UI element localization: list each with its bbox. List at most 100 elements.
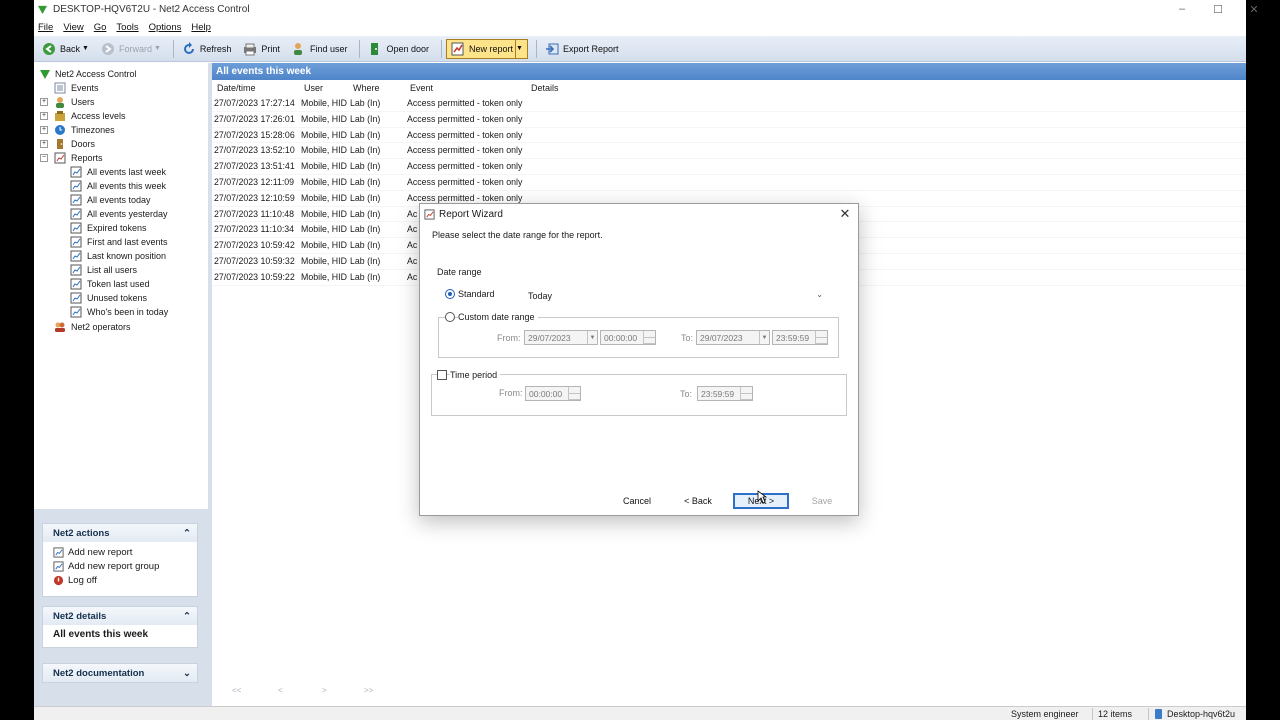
tree-item-doors[interactable]: + Doors: [40, 137, 95, 151]
cell-event: Access permitted - token only: [407, 113, 523, 124]
net2-logo-icon: [38, 5, 47, 14]
table-row[interactable]: 27/07/2023 17:26:01 Mobile, HID Lab (In) Ac…: [212, 112, 1246, 128]
tree-item-reports[interactable]: − Reports: [40, 151, 103, 165]
new-report-button[interactable]: New report ▼: [446, 38, 529, 59]
column-details[interactable]: Details: [531, 83, 559, 93]
log-off-action[interactable]: Log off: [53, 573, 187, 587]
custom-from-date-field[interactable]: 29/07/2023 ▼: [524, 330, 598, 345]
net2-actions-header[interactable]: Net2 actions ⌃: [43, 524, 197, 542]
cell-user: Mobile, HID: [301, 224, 347, 235]
export-report-button[interactable]: Export Report: [541, 39, 623, 59]
tree-report-item[interactable]: All events today: [70, 193, 151, 207]
open-door-button[interactable]: Open door: [364, 39, 433, 59]
tree-report-label: Token last used: [87, 279, 150, 289]
first-page-button[interactable]: <<: [232, 686, 241, 695]
tree-report-item[interactable]: Who's been in today: [70, 305, 168, 319]
toolbar: Back ▼ Forward ▼ Refresh Print Find user O…: [34, 36, 1246, 62]
find-user-button[interactable]: Find user: [288, 39, 352, 59]
menu-go[interactable]: Go: [94, 22, 107, 33]
collapse-icon[interactable]: −: [40, 154, 48, 162]
menu-options[interactable]: Options: [149, 22, 182, 33]
tree-report-item[interactable]: First and last events: [70, 235, 168, 249]
previous-page-button[interactable]: <: [278, 686, 283, 695]
tree-item-users[interactable]: + Users: [40, 95, 95, 109]
minimize-button[interactable]: –: [1164, 0, 1200, 18]
expand-icon[interactable]: +: [40, 126, 48, 134]
menu-view[interactable]: View: [63, 22, 83, 33]
time-period-checkbox[interactable]: [437, 370, 447, 380]
add-new-report-group-action[interactable]: Add new report group: [53, 559, 187, 573]
standard-radio[interactable]: [445, 289, 455, 299]
time-spinner-icon[interactable]: [815, 331, 827, 344]
cancel-button[interactable]: Cancel: [609, 493, 665, 509]
column-user[interactable]: User: [304, 83, 323, 93]
report-icon: [70, 236, 82, 248]
net2-documentation-header[interactable]: Net2 documentation ⌄: [43, 664, 197, 682]
column-datetime[interactable]: Date/time: [217, 83, 256, 93]
tree-report-label: All events this week: [87, 181, 167, 191]
back-button[interactable]: < Back: [670, 493, 726, 509]
menu-help[interactable]: Help: [191, 22, 211, 33]
table-row[interactable]: 27/07/2023 12:11:09 Mobile, HID Lab (In) Ac…: [212, 175, 1246, 191]
time-spinner-icon[interactable]: [568, 387, 580, 400]
tree-report-item[interactable]: List all users: [70, 263, 137, 277]
calendar-dropdown-icon[interactable]: ▼: [587, 331, 597, 344]
forward-button[interactable]: Forward ▼: [97, 39, 165, 59]
time-spinner-icon[interactable]: [740, 387, 752, 400]
cell-datetime: 27/07/2023 13:52:10: [214, 145, 295, 156]
menu-file[interactable]: File: [38, 22, 53, 33]
table-row[interactable]: 27/07/2023 15:28:06 Mobile, HID Lab (In) Ac…: [212, 128, 1246, 144]
table-row[interactable]: 27/07/2023 13:51:41 Mobile, HID Lab (In) Ac…: [212, 159, 1246, 175]
net2-details-group: Net2 details ⌃ All events this week: [42, 606, 198, 648]
expand-chevron-icon[interactable]: ⌄: [183, 668, 191, 679]
maximize-button[interactable]: ☐: [1200, 0, 1236, 18]
net2-details-header[interactable]: Net2 details ⌃: [43, 607, 197, 625]
back-button[interactable]: Back ▼: [38, 39, 93, 59]
tree-report-item[interactable]: Token last used: [70, 277, 150, 291]
tree-report-item[interactable]: All events this week: [70, 179, 166, 193]
tree-report-item[interactable]: All events last week: [70, 165, 166, 179]
tree-item-access-levels[interactable]: + Access levels: [40, 109, 126, 123]
expand-icon[interactable]: +: [40, 98, 48, 106]
tree-item-root[interactable]: Net2 Access Control: [40, 67, 137, 81]
collapse-chevron-icon[interactable]: ⌃: [183, 528, 191, 539]
table-row[interactable]: 27/07/2023 13:52:10 Mobile, HID Lab (In) Ac…: [212, 143, 1246, 160]
next-page-button[interactable]: >: [322, 686, 327, 695]
standard-range-select[interactable]: Today ⌄: [525, 288, 828, 303]
tree-item-timezones[interactable]: + Timezones: [40, 123, 115, 137]
tree-item-events[interactable]: Events: [54, 81, 99, 95]
column-where[interactable]: Where: [353, 83, 380, 93]
tree-report-item[interactable]: All events yesterday: [70, 207, 168, 221]
calendar-dropdown-icon[interactable]: ▼: [759, 331, 769, 344]
add-new-report-action[interactable]: Add new report: [53, 545, 187, 559]
cell-datetime: 27/07/2023 10:59:22: [214, 271, 295, 282]
refresh-button[interactable]: Refresh: [178, 39, 236, 59]
expand-icon[interactable]: +: [40, 140, 48, 148]
tree-item-operators[interactable]: Net2 operators: [54, 320, 131, 334]
cell-datetime: 27/07/2023 17:26:01: [214, 113, 295, 124]
column-event[interactable]: Event: [410, 83, 433, 93]
custom-date-range-radio[interactable]: [445, 312, 455, 322]
tree-report-item[interactable]: Unused tokens: [70, 291, 147, 305]
time-spinner-icon[interactable]: [643, 331, 655, 344]
tree-report-item[interactable]: Expired tokens: [70, 221, 147, 235]
custom-to-time-field[interactable]: 23:59:59: [772, 330, 828, 345]
custom-to-date-field[interactable]: 29/07/2023 ▼: [696, 330, 770, 345]
print-button[interactable]: Print: [239, 39, 284, 59]
expand-icon[interactable]: +: [40, 112, 48, 120]
menu-tools[interactable]: Tools: [116, 22, 138, 33]
collapse-chevron-icon[interactable]: ⌃: [183, 611, 191, 622]
table-row[interactable]: 27/07/2023 17:27:14 Mobile, HID Lab (In) Ac…: [212, 96, 1246, 112]
period-to-time-field[interactable]: 23:59:59: [697, 386, 753, 401]
close-button[interactable]: ✕: [1236, 0, 1272, 18]
dialog-close-icon[interactable]: ✕: [838, 206, 852, 222]
print-label: Print: [261, 43, 280, 54]
new-report-dropdown-icon[interactable]: ▼: [515, 38, 523, 59]
last-page-button[interactable]: >>: [364, 686, 373, 695]
tree-report-item[interactable]: Last known position: [70, 249, 166, 263]
period-to-time-value: 23:59:59: [701, 388, 735, 399]
period-from-time-field[interactable]: 00:00:00: [525, 386, 581, 401]
custom-from-time-field[interactable]: 00:00:00: [600, 330, 656, 345]
save-button[interactable]: Save: [794, 493, 850, 509]
report-icon: [70, 292, 82, 304]
